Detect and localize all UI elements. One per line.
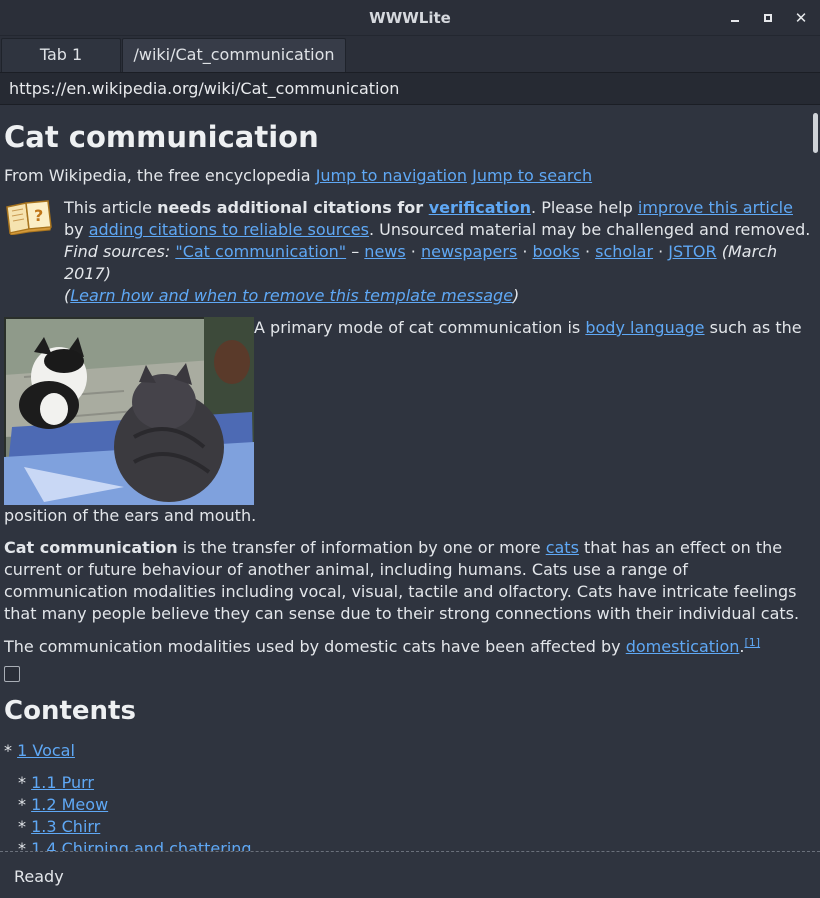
news-link[interactable]: news	[364, 242, 405, 261]
caption-text-1: A primary mode of cat communication is	[254, 318, 586, 337]
caption-text-2: such as the	[704, 318, 802, 337]
window-title: WWWLite	[369, 9, 451, 27]
improve-article-link[interactable]: improve this article	[638, 198, 793, 217]
toc-item: * 1 Vocal	[4, 740, 812, 762]
verification-link[interactable]: verification	[429, 198, 531, 217]
toc-link-1-1-purr[interactable]: 1.1 Purr	[31, 773, 94, 792]
find-dot-1: ·	[405, 242, 421, 261]
address-bar	[0, 72, 820, 105]
toc-link-1-2-meow[interactable]: 1.2 Meow	[31, 795, 108, 814]
adding-citations-link[interactable]: adding citations to reliable sources	[89, 220, 369, 239]
find-sources: Find sources: "Cat communication" – news…	[64, 241, 812, 285]
article: Cat communication From Wikipedia, the fr…	[4, 105, 812, 851]
toc-bullet: *	[18, 795, 26, 814]
tab-cat-communication[interactable]: /wiki/Cat_communication	[122, 38, 346, 72]
minimize-icon	[731, 20, 739, 22]
scrollbar-thumb[interactable]	[813, 113, 818, 153]
title-bar: WWWLite ✕	[0, 0, 820, 36]
minimize-button[interactable]	[725, 8, 745, 28]
learn-remove-link[interactable]: Learn how and when to remove this templa…	[70, 286, 513, 305]
toc-bullet: *	[18, 839, 26, 851]
article-subtitle: From Wikipedia, the free encyclopedia Ju…	[4, 165, 812, 187]
maximize-button[interactable]	[758, 8, 778, 28]
notice-text-3: by	[64, 220, 89, 239]
p2-text-1: The communication modalities used by dom…	[4, 637, 626, 656]
find-dash: –	[346, 242, 365, 261]
body-language-link[interactable]: body language	[585, 318, 704, 337]
cats-link[interactable]: cats	[546, 538, 579, 557]
find-dot-4: ·	[653, 242, 669, 261]
scholar-link[interactable]: scholar	[595, 242, 653, 261]
toc-item: * 1.3 Chirr	[18, 816, 812, 838]
learn-close-paren: )	[513, 286, 520, 305]
newspapers-link[interactable]: newspapers	[421, 242, 517, 261]
status-bar: Ready	[0, 852, 820, 898]
notice-text-2: . Please help	[531, 198, 638, 217]
find-dot-2: ·	[517, 242, 533, 261]
reference-1-link[interactable]: [1]	[745, 636, 761, 649]
paragraph-2: The communication modalities used by dom…	[4, 636, 812, 658]
article-figure: A primary mode of cat communication is b…	[4, 317, 812, 527]
toc-link-1-3-chirr[interactable]: 1.3 Chirr	[31, 817, 100, 836]
page-content[interactable]: Cat communication From Wikipedia, the fr…	[0, 105, 820, 851]
from-text: From Wikipedia, the free encyclopedia	[4, 166, 311, 185]
url-input[interactable]	[0, 73, 820, 104]
notice-bold: needs additional citations for	[157, 198, 429, 217]
find-sources-label: Find sources:	[64, 242, 176, 261]
jump-to-search-link[interactable]: Jump to search	[472, 166, 592, 185]
toc-item: * 1.2 Meow	[18, 794, 812, 816]
notice-text-1: This article	[64, 198, 158, 217]
toc-link-1-vocal[interactable]: 1 Vocal	[17, 741, 75, 760]
toc-bullet: *	[4, 741, 12, 760]
p1-bold: Cat communication	[4, 538, 178, 557]
jstor-link[interactable]: JSTOR	[668, 242, 716, 261]
domestication-link[interactable]: domestication	[626, 637, 740, 656]
jump-to-navigation-link[interactable]: Jump to navigation	[316, 166, 467, 185]
close-button[interactable]: ✕	[791, 8, 811, 28]
toc-sublist: * 1.1 Purr * 1.2 Meow * 1.3 Chirr * 1.4 …	[4, 772, 812, 851]
toc-toggle-checkbox[interactable]	[4, 666, 20, 682]
page-title: Cat communication	[4, 120, 319, 154]
close-icon: ✕	[794, 9, 808, 27]
books-link[interactable]: books	[533, 242, 580, 261]
verification-link-label: verification	[428, 198, 532, 217]
learn-remove: (Learn how and when to remove this templ…	[64, 285, 812, 307]
paragraph-1: Cat communication is the transfer of inf…	[4, 537, 812, 625]
p1-text-1: is the transfer of information by one or…	[177, 538, 546, 557]
tab-bar: Tab 1 /wiki/Cat_communication	[0, 36, 820, 72]
notice-text-4: . Unsourced material may be challenged a…	[368, 220, 811, 239]
source-quote-link[interactable]: "Cat communication"	[175, 242, 346, 261]
find-dot-3: ·	[579, 242, 596, 261]
notice-text: This article needs additional citations …	[64, 197, 812, 241]
cats-photo	[4, 317, 254, 505]
toc-link-1-4-chirping[interactable]: 1.4 Chirping and chattering	[31, 839, 252, 851]
contents-heading: Contents	[4, 696, 136, 726]
toc-bullet: *	[18, 773, 26, 792]
toc-item: * 1.4 Chirping and chattering	[18, 838, 812, 851]
svg-text:?: ?	[34, 206, 43, 225]
book-question-icon: ?	[6, 200, 52, 235]
status-text: Ready	[14, 867, 64, 886]
tab-1[interactable]: Tab 1	[1, 38, 121, 72]
maximize-icon	[764, 14, 772, 22]
toc-bullet: *	[18, 817, 26, 836]
toc-item: * 1.1 Purr	[18, 772, 812, 794]
table-of-contents: * 1 Vocal * 1.1 Purr * 1.2 Meow * 1.3 Ch…	[4, 740, 812, 851]
citation-notice: ? This article needs additional citation…	[4, 197, 812, 307]
figure-caption-cont: position of the ears and mouth.	[4, 506, 257, 525]
